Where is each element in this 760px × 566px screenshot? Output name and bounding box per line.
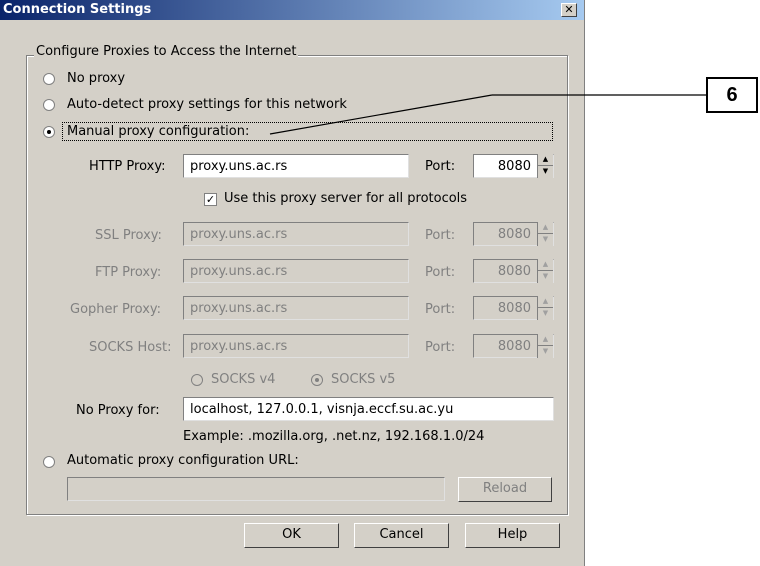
annotation-pointer: [269, 94, 706, 135]
annotation-number-badge: 6: [706, 77, 758, 113]
